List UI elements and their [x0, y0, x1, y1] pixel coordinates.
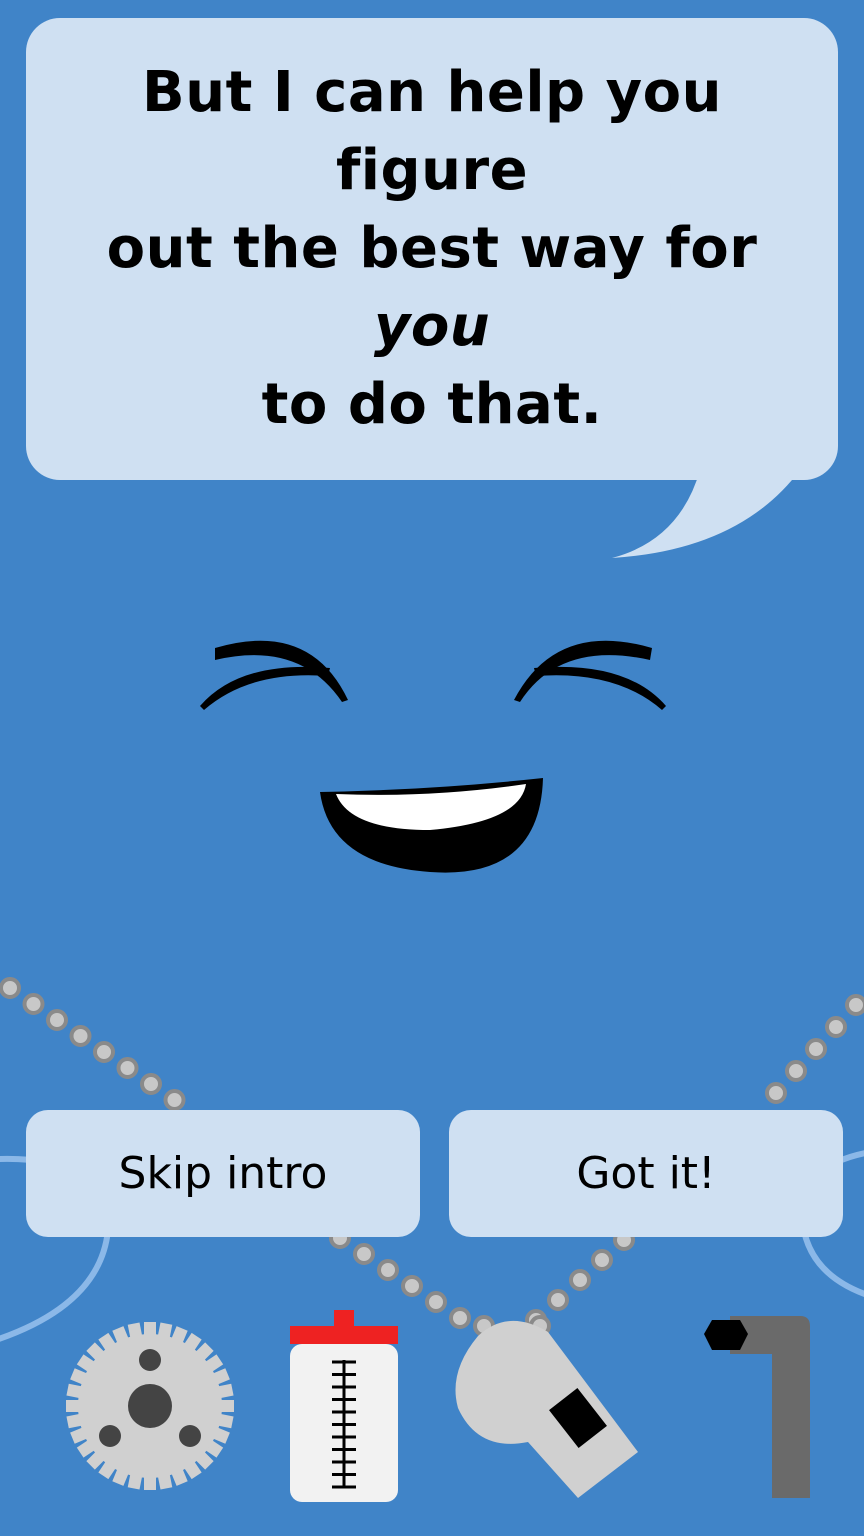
speech-line-2-text: out the best way for	[106, 216, 758, 281]
chain-bead	[0, 977, 21, 999]
speech-line-3: to do that.	[261, 372, 603, 437]
skip-intro-button[interactable]: Skip intro	[26, 1110, 420, 1237]
chain-bead	[547, 1289, 569, 1311]
chain-bead	[825, 1016, 847, 1038]
chain-bead	[140, 1073, 162, 1095]
speech-text: But I can help you figure out the best w…	[26, 54, 838, 444]
chain-bead	[845, 994, 864, 1016]
speech-bubble: But I can help you figure out the best w…	[26, 18, 838, 480]
right-eye-lower	[534, 666, 666, 710]
water-bottle-icon[interactable]	[288, 1308, 400, 1504]
chain-bead	[116, 1057, 139, 1079]
hex-key-icon[interactable]	[700, 1308, 816, 1504]
gear-icon[interactable]	[64, 1320, 236, 1492]
chain-bead	[93, 1041, 115, 1063]
chain-bead	[805, 1038, 827, 1060]
chain-bead	[401, 1275, 423, 1297]
speech-line-2: out the best way for you	[107, 216, 758, 359]
chain-bead	[569, 1269, 591, 1291]
chain-bead	[377, 1259, 399, 1281]
speech-bubble-tail	[612, 470, 800, 558]
chain-bead	[46, 1009, 68, 1031]
whistle-icon[interactable]	[448, 1312, 644, 1502]
chain-bead	[785, 1060, 807, 1082]
chain-bead	[353, 1243, 375, 1265]
chain-bead	[765, 1082, 787, 1104]
chain-bead	[425, 1291, 447, 1313]
smiling-face	[200, 640, 666, 873]
chain-bead	[163, 1089, 186, 1111]
got-it-button[interactable]: Got it!	[449, 1110, 843, 1237]
chain-bead	[69, 1025, 92, 1047]
speech-emphasis: you	[373, 294, 491, 359]
left-eye-lower	[200, 666, 330, 710]
chain-bead	[22, 993, 45, 1015]
chain-bead	[591, 1249, 613, 1271]
speech-line-1: But I can help you figure	[142, 60, 722, 203]
